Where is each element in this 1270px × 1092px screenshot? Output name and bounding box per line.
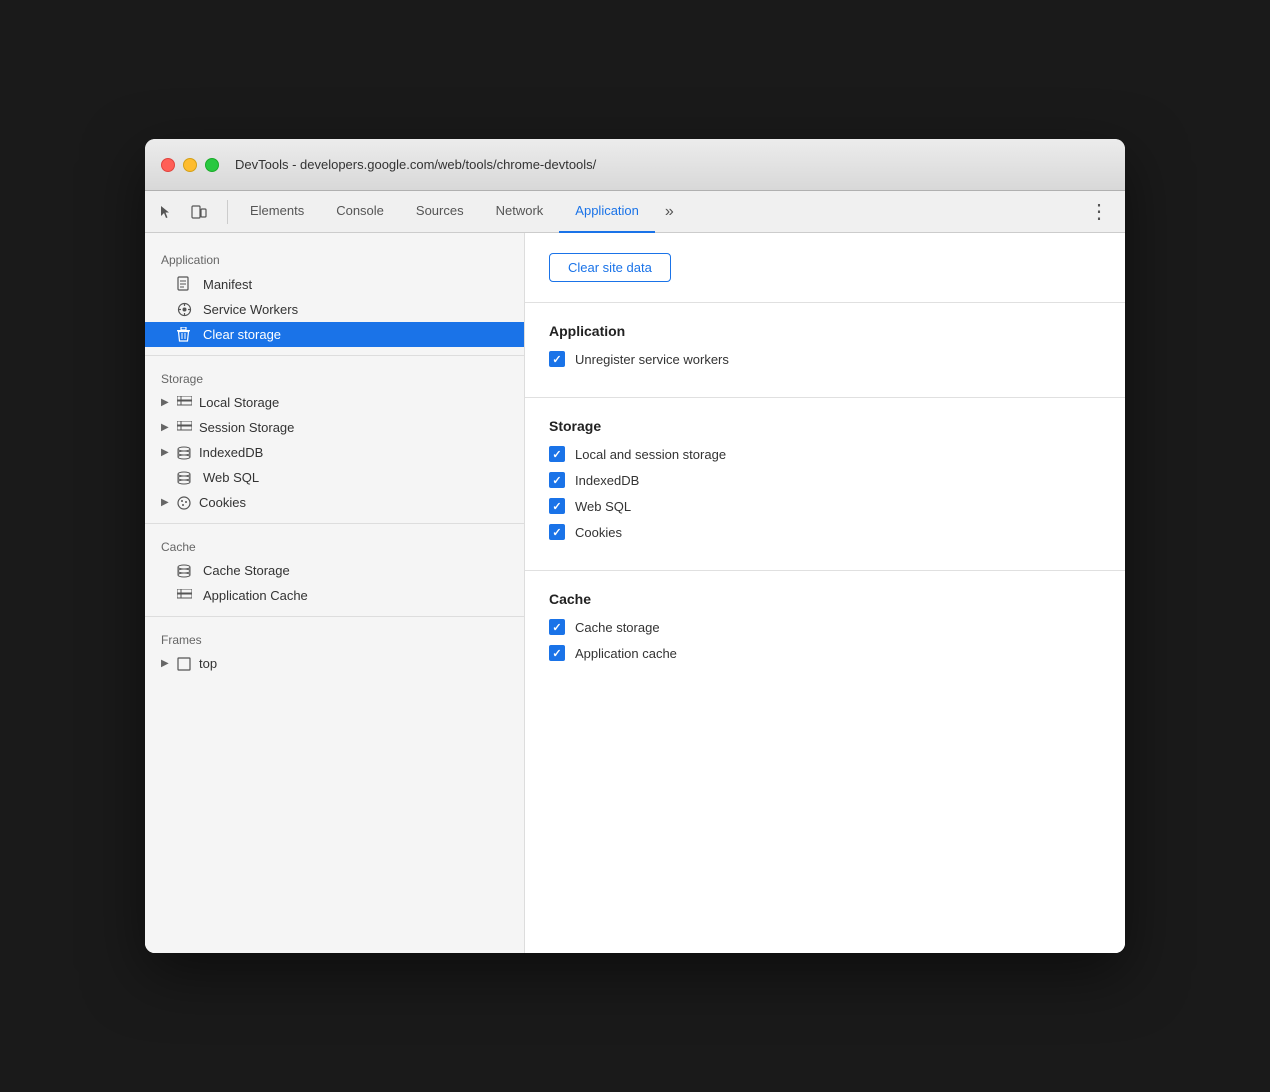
checkbox-web-sql: Web SQL xyxy=(549,498,1101,514)
sidebar-item-cache-storage[interactable]: Cache Storage xyxy=(145,558,524,583)
cookies-checkbox[interactable] xyxy=(549,524,565,540)
device-toolbar-button[interactable] xyxy=(185,198,213,226)
cursor-tool-button[interactable] xyxy=(153,198,181,226)
devtools-body: Elements Console Sources Network Applica… xyxy=(145,191,1125,953)
window-title: DevTools - developers.google.com/web/too… xyxy=(235,157,596,172)
panel-application-section: Application Unregister service workers xyxy=(525,303,1125,398)
frame-icon xyxy=(177,657,195,671)
panel-storage-title: Storage xyxy=(549,418,1101,434)
sidebar-label-top: top xyxy=(199,656,508,671)
expand-arrow-session-storage: ▶ xyxy=(161,422,173,433)
clear-site-data-button[interactable]: Clear site data xyxy=(549,253,671,282)
expand-arrow-cookies: ▶ xyxy=(161,497,173,508)
sidebar-item-top[interactable]: ▶ top xyxy=(145,651,524,676)
tab-elements[interactable]: Elements xyxy=(234,191,320,233)
sidebar-label-application-cache: Application Cache xyxy=(203,588,508,603)
divider-2 xyxy=(145,523,524,524)
sidebar-item-service-workers[interactable]: Service Workers xyxy=(145,297,524,322)
tab-sources[interactable]: Sources xyxy=(400,191,480,233)
sidebar: Application Manifest xyxy=(145,233,525,953)
sidebar-section-application: Application xyxy=(145,245,524,271)
maximize-button[interactable] xyxy=(205,158,219,172)
cookies-label: Cookies xyxy=(575,525,622,540)
cookies-icon xyxy=(177,496,195,510)
local-storage-icon xyxy=(177,396,195,409)
minimize-button[interactable] xyxy=(183,158,197,172)
manifest-icon xyxy=(177,276,195,292)
web-sql-icon xyxy=(177,471,195,485)
checkbox-local-session: Local and session storage xyxy=(549,446,1101,462)
divider-3 xyxy=(145,616,524,617)
sidebar-item-local-storage[interactable]: ▶ Local Storage xyxy=(145,390,524,415)
checkbox-application-cache: Application cache xyxy=(549,645,1101,661)
expand-arrow-local-storage: ▶ xyxy=(161,397,173,408)
sidebar-item-indexeddb[interactable]: ▶ IndexedDB xyxy=(145,440,524,465)
panel-cache-title: Cache xyxy=(549,591,1101,607)
right-panel: Clear site data Application Unregister s… xyxy=(525,233,1125,953)
close-button[interactable] xyxy=(161,158,175,172)
indexeddb-icon xyxy=(177,446,195,460)
sidebar-item-manifest[interactable]: Manifest xyxy=(145,271,524,297)
local-session-label: Local and session storage xyxy=(575,447,726,462)
tab-overflow-button[interactable]: » xyxy=(655,203,684,221)
tab-network[interactable]: Network xyxy=(480,191,560,233)
tab-console[interactable]: Console xyxy=(320,191,400,233)
application-cache-checkbox[interactable] xyxy=(549,645,565,661)
service-workers-icon xyxy=(177,302,195,317)
web-sql-label: Web SQL xyxy=(575,499,631,514)
application-cache-label: Application cache xyxy=(575,646,677,661)
sidebar-item-application-cache[interactable]: Application Cache xyxy=(145,583,524,608)
panel-application-title: Application xyxy=(549,323,1101,339)
main-content: Application Manifest xyxy=(145,233,1125,953)
sidebar-item-clear-storage[interactable]: Clear storage xyxy=(145,322,524,347)
clear-storage-icon xyxy=(177,327,195,342)
sidebar-label-clear-storage: Clear storage xyxy=(203,327,508,342)
title-bar: DevTools - developers.google.com/web/too… xyxy=(145,139,1125,191)
tabs: Elements Console Sources Network Applica… xyxy=(234,191,684,233)
expand-arrow-top: ▶ xyxy=(161,658,173,669)
application-cache-icon xyxy=(177,589,195,602)
checkbox-indexeddb: IndexedDB xyxy=(549,472,1101,488)
indexeddb-checkbox[interactable] xyxy=(549,472,565,488)
cache-storage-icon xyxy=(177,564,195,578)
sidebar-label-cookies: Cookies xyxy=(199,495,508,510)
devtools-window: DevTools - developers.google.com/web/too… xyxy=(145,139,1125,953)
sidebar-label-local-storage: Local Storage xyxy=(199,395,508,410)
expand-arrow-indexeddb: ▶ xyxy=(161,447,173,458)
web-sql-checkbox[interactable] xyxy=(549,498,565,514)
sidebar-section-cache: Cache xyxy=(145,532,524,558)
panel-cache-section: Cache Cache storage Application cache xyxy=(525,571,1125,691)
sidebar-label-web-sql: Web SQL xyxy=(203,470,508,485)
traffic-lights xyxy=(161,158,219,172)
indexeddb-label: IndexedDB xyxy=(575,473,639,488)
clear-data-section: Clear site data xyxy=(525,233,1125,303)
sidebar-item-session-storage[interactable]: ▶ Session Storage xyxy=(145,415,524,440)
toolbar-icons xyxy=(153,198,213,226)
unregister-sw-label: Unregister service workers xyxy=(575,352,729,367)
sidebar-label-indexeddb: IndexedDB xyxy=(199,445,508,460)
local-session-checkbox[interactable] xyxy=(549,446,565,462)
cache-storage-checkbox[interactable] xyxy=(549,619,565,635)
sidebar-item-cookies[interactable]: ▶ Cookies xyxy=(145,490,524,515)
tab-application[interactable]: Application xyxy=(559,191,655,233)
session-storage-icon xyxy=(177,421,195,434)
toolbar-divider xyxy=(227,200,228,224)
sidebar-label-cache-storage: Cache Storage xyxy=(203,563,508,578)
checkbox-unregister-sw: Unregister service workers xyxy=(549,351,1101,367)
sidebar-label-service-workers: Service Workers xyxy=(203,302,508,317)
sidebar-label-session-storage: Session Storage xyxy=(199,420,508,435)
sidebar-section-frames: Frames xyxy=(145,625,524,651)
panel-storage-section: Storage Local and session storage Indexe… xyxy=(525,398,1125,571)
sidebar-section-storage: Storage xyxy=(145,364,524,390)
sidebar-item-web-sql[interactable]: Web SQL xyxy=(145,465,524,490)
cache-storage-label: Cache storage xyxy=(575,620,660,635)
more-options-button[interactable]: ⋮ xyxy=(1081,199,1117,224)
divider-1 xyxy=(145,355,524,356)
toolbar: Elements Console Sources Network Applica… xyxy=(145,191,1125,233)
sidebar-label-manifest: Manifest xyxy=(203,277,508,292)
unregister-sw-checkbox[interactable] xyxy=(549,351,565,367)
checkbox-cache-storage: Cache storage xyxy=(549,619,1101,635)
checkbox-cookies: Cookies xyxy=(549,524,1101,540)
